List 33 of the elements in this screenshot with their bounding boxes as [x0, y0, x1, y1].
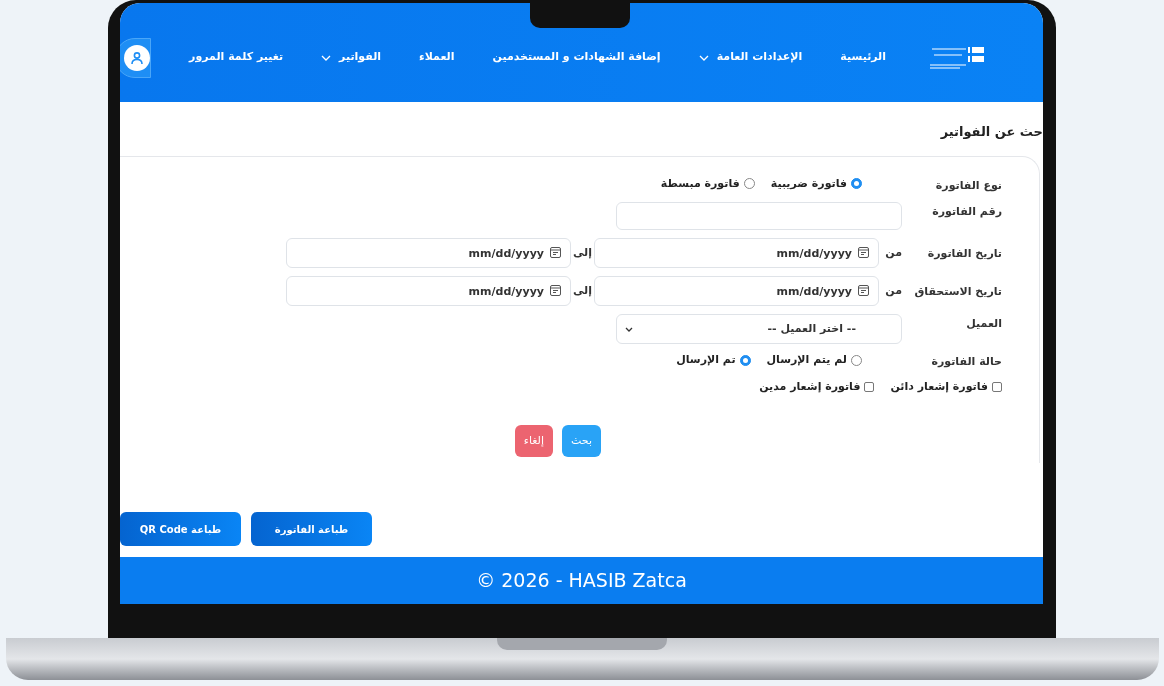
date-field[interactable]: mm/dd/yyyy	[594, 238, 879, 268]
field-label: رقم الفاتورة	[931, 204, 1002, 220]
date-field[interactable]: mm/dd/yyyy	[286, 276, 571, 306]
field-label: تاريخ الاستحقاق	[913, 283, 1002, 300]
to-label: إلى	[572, 282, 593, 299]
from-label: من	[884, 244, 902, 261]
radio-label: فاتورة مبسطة	[660, 175, 740, 192]
field-label: العميل	[965, 316, 1002, 332]
cancel-button[interactable]: إلغاء	[514, 425, 554, 457]
customer-select[interactable]: -- اختر العميل --	[616, 314, 902, 344]
field-label: حالة الفاتورة	[930, 354, 1002, 370]
radio-label: لم يتم الإرسال	[766, 352, 847, 368]
nav-link[interactable]: إضافة الشهادات و المستخدمين	[492, 49, 661, 66]
from-label: من	[884, 282, 902, 299]
page-title: حث عن الفواتير	[939, 123, 1043, 141]
print-button[interactable]: طباعة QR Code	[120, 512, 241, 546]
checkbox-label: فاتورة إشعار مدين	[759, 378, 861, 395]
copyright-text: © 2026 - HASIB Zatca	[476, 568, 687, 594]
nav-link[interactable]: العملاء	[419, 49, 455, 66]
checkbox-label: فاتورة إشعار دائن	[890, 378, 988, 395]
nav-link[interactable]: الرئيسية	[840, 49, 886, 66]
date-field[interactable]: mm/dd/yyyy	[594, 276, 879, 306]
nav-link[interactable]: تغيير كلمة المرور	[189, 49, 284, 66]
to-label: إلى	[572, 244, 593, 261]
radio-label: فاتورة ضريبية	[770, 175, 847, 192]
field-label: نوع الفاتورة	[934, 177, 1002, 194]
radio-label: تم الإرسال	[676, 352, 736, 368]
date-field[interactable]: mm/dd/yyyy	[286, 238, 571, 268]
nav-link[interactable]: الإعدادات العامة	[698, 49, 803, 66]
field-label: تاريخ الفاتورة	[926, 245, 1002, 262]
search-button[interactable]: بحث	[562, 425, 601, 457]
print-button[interactable]: طباعة الفاتورة	[251, 512, 372, 546]
nav-link[interactable]: الفواتير	[321, 49, 382, 66]
